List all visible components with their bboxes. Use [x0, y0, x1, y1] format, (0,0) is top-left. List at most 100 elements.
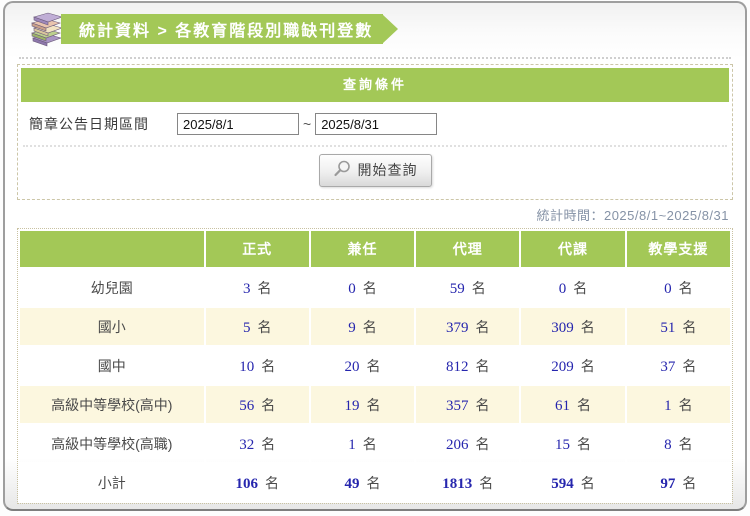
count-cell: 8名 [624, 423, 733, 464]
count-unit: 名 [479, 474, 494, 491]
count-unit: 名 [475, 318, 490, 335]
count-cell: 309 名 [519, 306, 627, 347]
count-value: 357 [446, 397, 469, 414]
search-button-label: 開始查詢 [357, 162, 418, 178]
count-value: 1 [664, 397, 672, 414]
count-cell: 106 名 [203, 462, 311, 503]
count-unit: 名 [475, 396, 490, 413]
count-value: 5 [242, 319, 251, 336]
count-unit: 名 [580, 318, 595, 335]
count-cell: 5名 [203, 306, 311, 347]
page-card: 統計資料 > 各教育階段別職缺刊登數 查詢條件 簡章公告日期區間 ~ 開始查詢 [3, 1, 747, 511]
count-value: 97 [660, 475, 676, 492]
banner-arrow [382, 14, 399, 44]
count-cell: 32 名 [203, 423, 311, 464]
header-cell: 教學支援 [624, 229, 733, 269]
count-unit: 名 [366, 396, 381, 413]
header-row: 正式 兼任 代理 代課 教學支援 [18, 229, 733, 269]
count-value: 0 [558, 280, 567, 297]
header-divider [19, 57, 731, 59]
count-value: 19 [344, 397, 360, 414]
count-value: 32 [239, 436, 255, 453]
count-value: 206 [446, 436, 469, 453]
count-unit: 名 [257, 318, 272, 335]
row-label: 高級中等學校(高職) [18, 423, 206, 464]
date-to-input[interactable] [315, 113, 438, 135]
date-from-input[interactable] [177, 113, 299, 135]
header-cell-empty [18, 229, 206, 269]
count-cell: 20 名 [308, 345, 417, 386]
count-unit: 名 [366, 357, 381, 374]
date-range-separator: ~ [303, 116, 312, 132]
count-value: 49 [344, 475, 360, 492]
count-value: 20 [344, 358, 360, 375]
count-value: 37 [660, 358, 676, 375]
count-unit: 名 [580, 357, 595, 374]
count-value: 3 [242, 280, 251, 297]
count-cell: 812 名 [414, 345, 522, 386]
count-unit: 名 [577, 435, 592, 452]
table-row: 小計 106 名 49 名 1813 名 594 名 97 名 [18, 462, 733, 503]
vacancy-table-head: 正式 兼任 代理 代課 教學支援 [18, 229, 733, 269]
count-cell: 56 名 [203, 384, 311, 425]
count-cell: 379 名 [414, 306, 522, 347]
count-value: 209 [551, 358, 574, 375]
vacancy-table-wrap: 正式 兼任 代理 代課 教學支援 幼兒園 3 名 0 名 59 名 0 名 0 名國小 5 名 9 名 379… [17, 228, 733, 504]
search-button[interactable]: 開始查詢 [318, 154, 432, 187]
count-unit: 名 [682, 357, 697, 374]
row-label: 國中 [18, 345, 206, 386]
count-value: 56 [239, 397, 255, 414]
count-unit: 名 [471, 279, 486, 296]
count-value: 0 [664, 280, 672, 297]
count-cell: 357 名 [414, 384, 522, 425]
count-cell: 97 名 [624, 462, 733, 503]
header-cell: 正式 [203, 229, 311, 269]
count-unit: 名 [362, 279, 377, 296]
row-label: 幼兒園 [18, 267, 206, 308]
count-cell: 61 名 [519, 384, 627, 425]
count-value: 812 [446, 358, 469, 375]
count-unit: 名 [261, 435, 276, 452]
count-unit: 名 [362, 318, 377, 335]
count-cell: 51 名 [624, 306, 733, 347]
button-row: 開始查詢 [21, 147, 729, 196]
count-value: 51 [660, 319, 676, 336]
breadcrumb-text: 統計資料 > 各教育階段別職缺刊登數 [79, 23, 374, 40]
count-value: 10 [239, 358, 255, 375]
count-value: 15 [555, 436, 571, 453]
row-label: 國小 [18, 306, 206, 347]
count-value: 9 [348, 319, 356, 336]
table-row: 國小 5 名 9 名 379 名 309 名 51 名 [18, 306, 733, 347]
row-label: 高級中等學校(高中) [18, 384, 206, 425]
table-row: 幼兒園 3 名 0 名 59 名 0 名 0 名 [18, 267, 733, 308]
count-unit: 名 [573, 279, 588, 296]
count-value: 594 [551, 475, 574, 492]
table-row: 高級中等學校(高中) 56 名 19 名 357 名 61 名 1 名 [18, 384, 733, 425]
count-cell: 37 名 [624, 345, 733, 386]
count-cell: 15 名 [519, 423, 627, 464]
count-value: 1 [348, 436, 356, 453]
date-range-label: 簡章公告日期區間 [29, 116, 149, 132]
count-cell: 209 名 [519, 345, 627, 386]
count-value: 106 [235, 475, 258, 492]
count-unit: 名 [678, 435, 693, 452]
count-cell: 0名 [624, 267, 733, 308]
count-cell: 3名 [203, 267, 311, 308]
page-header: 統計資料 > 各教育階段別職缺刊登數 [5, 3, 745, 51]
header-cell: 代理 [414, 229, 522, 269]
count-cell: 19 名 [308, 384, 417, 425]
date-range-row: 簡章公告日期區間 ~ [21, 102, 729, 145]
count-cell: 1名 [308, 423, 417, 464]
stat-time: 統計時間：2025/8/1~2025/8/31 [536, 208, 729, 223]
count-cell: 1813 名 [414, 462, 522, 503]
count-unit: 名 [362, 435, 377, 452]
header-cell: 兼任 [308, 229, 417, 269]
count-value: 59 [449, 280, 465, 297]
count-unit: 名 [678, 396, 693, 413]
count-unit: 名 [261, 357, 276, 374]
count-unit: 名 [257, 279, 272, 296]
count-unit: 名 [475, 435, 490, 452]
count-cell: 0名 [519, 267, 627, 308]
count-unit: 名 [261, 396, 276, 413]
header-cell: 代課 [519, 229, 627, 269]
